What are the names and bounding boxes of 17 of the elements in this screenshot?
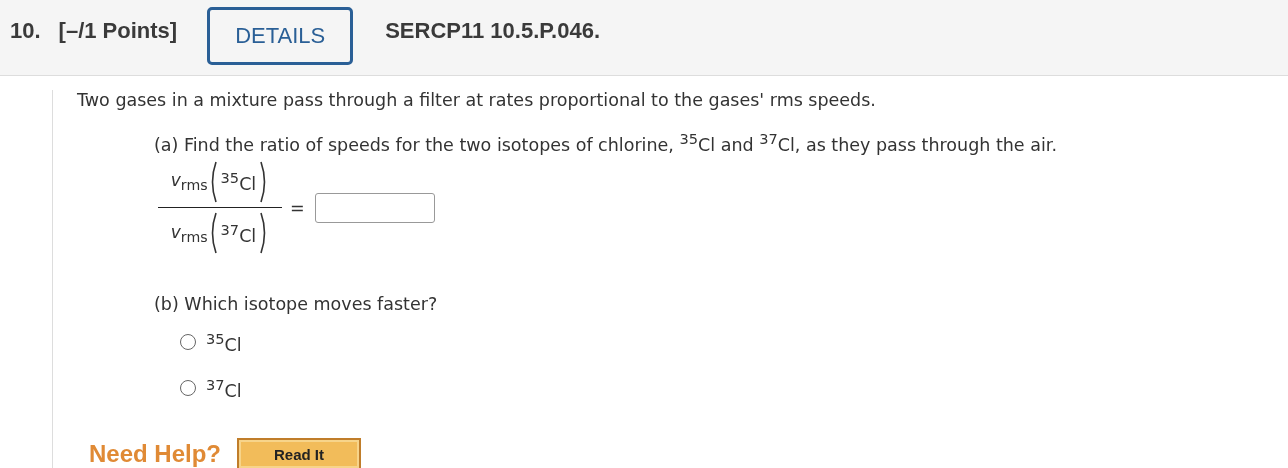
need-help-label: Need Help? (89, 440, 222, 468)
isotope-label: $^{37}$Cl (219, 220, 258, 246)
read-it-button[interactable]: Read It (237, 438, 362, 468)
question-number: 10. (10, 17, 41, 44)
speed-symbol: v$_{rms}$ (170, 170, 208, 194)
isotope-label: $^{35}$Cl (219, 169, 258, 195)
part-b-prompt: (b) Which isotope moves faster? (154, 294, 439, 315)
option-label: $^{37}$Cl (206, 375, 242, 401)
equals-sign: = (290, 197, 305, 218)
speed-symbol: v$_{rms}$ (170, 221, 208, 245)
problem-id: SERCP11 10.5.P.046. (385, 17, 601, 44)
question-text: Two gases in a mixture pass through a filter at rates proportional to the gases' rms speeds. (77, 90, 877, 110)
part-a-prompt: (a) Find the ratio of speeds for the two isotopes of chlorine, $^{35}$Cl and $^{37}$Cl, as they pass through the air. (154, 130, 1058, 155)
points-label: [–/1 Points] (58, 17, 178, 44)
option-label: $^{35}$Cl (206, 329, 242, 355)
details-button[interactable]: DETAILS (207, 6, 354, 65)
answer-field[interactable] (314, 192, 435, 223)
